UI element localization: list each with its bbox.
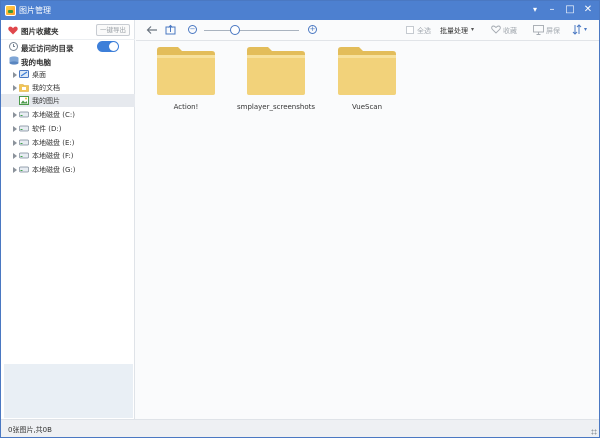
status-bar: 0张图片,共0B [1,419,599,437]
my-computer-row[interactable]: 我的电脑 [1,55,135,68]
favorites-row[interactable]: 图片收藏夹 一键导出 [1,20,135,40]
sidebar-item-drive-c[interactable]: 本地磁盘 (C:) [1,108,135,121]
close-icon[interactable]: ✕ [581,3,595,17]
folder-name: smplayer_screenshots [237,103,315,111]
expand-arrow-icon[interactable] [13,112,17,118]
expand-arrow-icon[interactable] [13,85,17,91]
folder-name: Action! [173,103,199,111]
sidebar-item-label: 我的文档 [32,84,60,92]
export-button[interactable]: 一键导出 [96,24,130,36]
sidebar-item-label: 本地磁盘 (C:) [32,111,75,119]
up-folder-icon[interactable] [165,24,176,35]
folder-item-smplayer[interactable]: smplayer_screenshots [236,44,316,114]
monitor-icon[interactable] [533,25,544,35]
sidebar-item-label: 本地磁盘 (E:) [32,139,75,147]
expand-arrow-icon[interactable] [13,140,17,146]
drive-icon [19,139,29,146]
sidebar-item-label: 软件 (D:) [32,125,62,133]
clock-icon [9,42,18,51]
sidebar-item-pictures[interactable]: 我的图片 [1,94,135,107]
sidebar-item-drive-g[interactable]: 本地磁盘 (G:) [1,163,135,176]
window-title: 图片管理 [19,6,51,15]
zoom-out-icon[interactable]: − [188,25,197,34]
minimize-icon[interactable]: – [545,3,559,17]
main-window: 图片管理 ▾ – □ ✕ 图片收藏夹 一键导出 最近访问的目录 我的电脑 桌面 … [0,0,600,438]
drive-icon [19,152,29,159]
back-arrow-icon[interactable] [146,25,158,35]
folder-item-vuescan[interactable]: VueScan [327,44,407,114]
recent-dirs-toggle[interactable] [97,41,119,52]
favorite-button[interactable]: 收藏 [503,26,517,36]
maximize-icon[interactable]: □ [563,3,577,17]
sidebar-item-drive-e[interactable]: 本地磁盘 (E:) [1,136,135,149]
desktop-icon [19,70,29,78]
zoom-slider-track[interactable] [204,30,299,31]
sidebar-preview-panel [4,364,133,418]
sidebar-item-documents[interactable]: 我的文档 [1,81,135,94]
zoom-in-icon[interactable]: + [308,25,317,34]
status-text: 0张图片,共0B [8,426,52,434]
sidebar-item-label: 桌面 [32,71,46,79]
computer-icon [9,56,19,65]
sort-dropdown-icon[interactable]: ▾ [584,26,587,33]
folder-grid: Action! smplayer_screenshots VueScan [136,41,599,419]
drive-icon [19,111,29,118]
drive-icon [19,166,29,173]
recent-dirs-row[interactable]: 最近访问的目录 [1,40,135,54]
folder-name: VueScan [351,103,383,111]
resize-grip-icon[interactable] [591,429,597,435]
heart-icon [8,26,18,35]
favorites-label: 图片收藏夹 [21,27,59,36]
folder-item-action[interactable]: Action! [146,44,226,114]
sidebar-item-label: 我的图片 [32,97,60,105]
sort-icon[interactable] [572,24,582,35]
expand-arrow-icon[interactable] [13,72,17,78]
sidebar-item-label: 本地磁盘 (F:) [32,152,74,160]
folder-icon [157,47,215,95]
batch-process-button[interactable]: 批量处理 [440,26,468,36]
documents-folder-icon [19,84,29,92]
expand-arrow-icon[interactable] [13,167,17,173]
heart-outline-icon[interactable] [491,25,501,34]
sidebar-item-desktop[interactable]: 桌面 [1,68,135,81]
folder-icon [338,47,396,95]
sidebar-item-drive-d[interactable]: 软件 (D:) [1,122,135,135]
sidebar-item-label: 本地磁盘 (G:) [32,166,76,174]
folder-icon [247,47,305,95]
zoom-slider-knob[interactable] [230,25,241,35]
toolbar: − + 全选 批量处理 ▾ 收藏 屏保 ▾ [136,20,599,41]
title-bar: 图片管理 ▾ – □ ✕ [1,1,599,20]
select-all-checkbox[interactable] [406,26,414,34]
pictures-icon [19,96,29,105]
select-all-label[interactable]: 全选 [417,26,431,36]
batch-dropdown-icon[interactable]: ▾ [471,26,474,33]
app-icon [5,5,16,16]
screensaver-button[interactable]: 屏保 [546,26,560,36]
sidebar: 图片收藏夹 一键导出 最近访问的目录 我的电脑 桌面 我的文档 我的图片 本地磁… [1,20,135,419]
toggle-knob [109,42,118,51]
drive-icon [19,125,29,132]
expand-arrow-icon[interactable] [13,126,17,132]
my-computer-label: 我的电脑 [21,58,51,67]
expand-arrow-icon[interactable] [13,153,17,159]
dropdown-menu-icon[interactable]: ▾ [528,3,542,17]
sidebar-item-drive-f[interactable]: 本地磁盘 (F:) [1,149,135,162]
recent-dirs-label: 最近访问的目录 [21,44,74,53]
